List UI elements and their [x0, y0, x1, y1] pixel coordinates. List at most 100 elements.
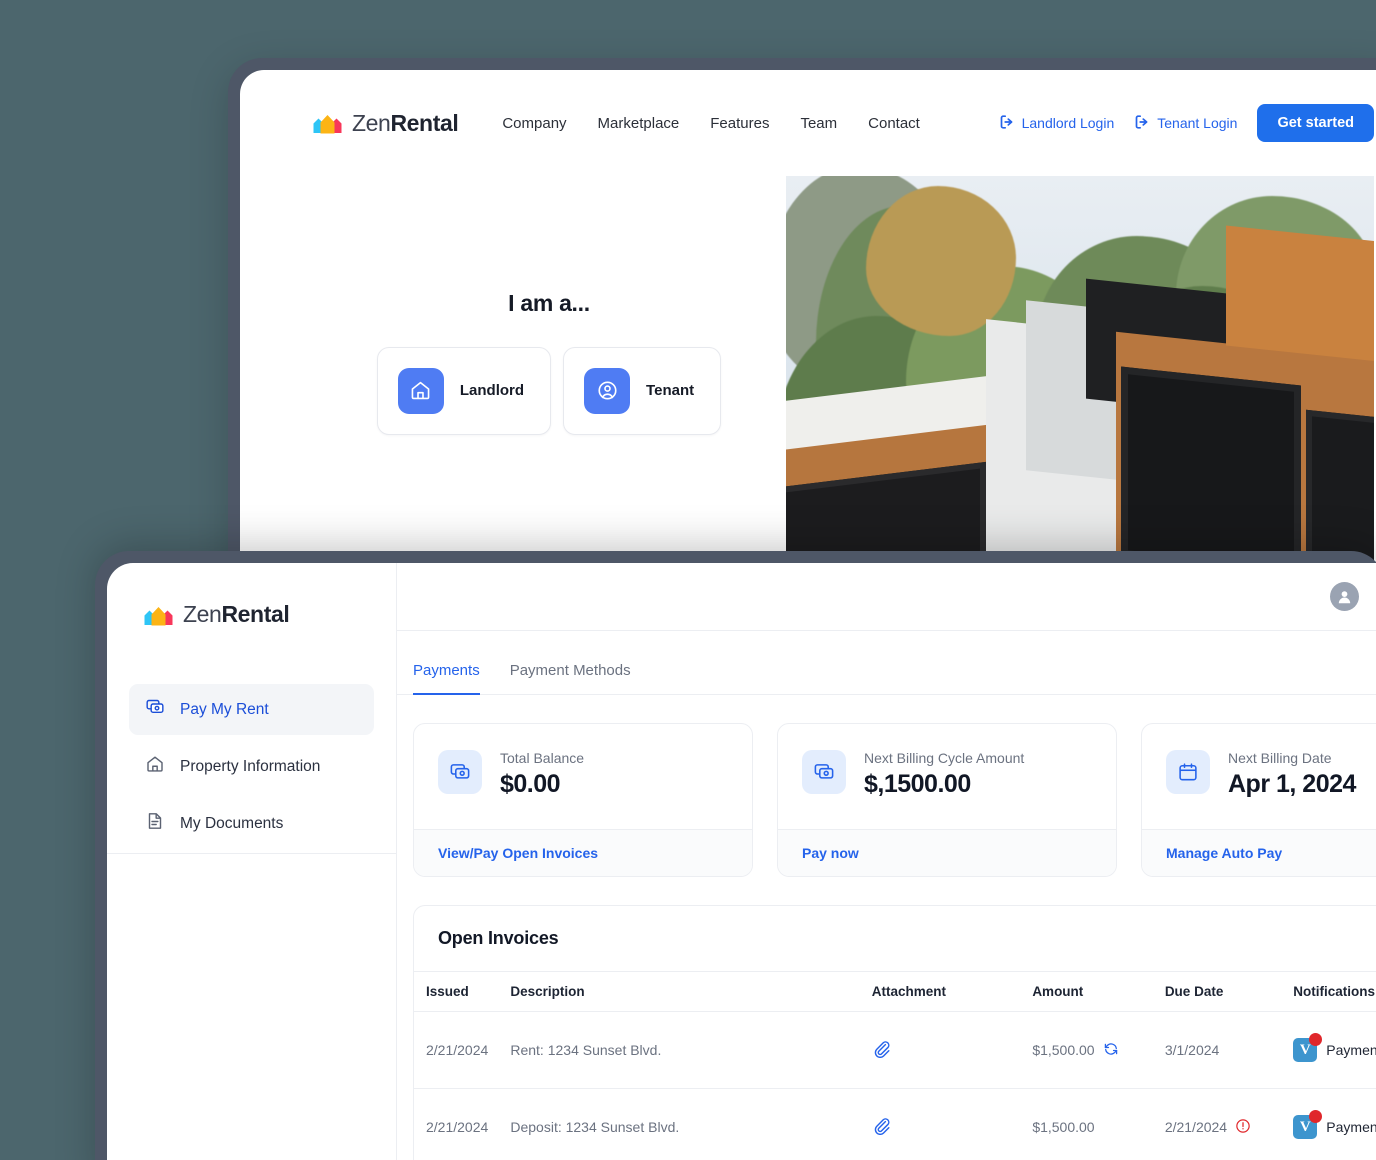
invoice-attachment-cell — [871, 1088, 1033, 1160]
calendar-icon — [1166, 750, 1210, 794]
money-icon — [802, 750, 846, 794]
role-card-landlord[interactable]: Landlord — [376, 346, 552, 435]
invoice-due-date: 3/1/2024 — [1164, 1042, 1220, 1058]
landlord-login-link[interactable]: Landlord Login — [999, 114, 1114, 133]
dashboard-tabs: Payments Payment Methods — [397, 631, 1376, 695]
table-row[interactable]: 2/21/2024 Deposit: 1234 Sunset Blvd. $1,… — [414, 1088, 1376, 1160]
column-header-description: Description — [510, 971, 872, 1012]
invoice-issued-date: 2/21/2024 — [414, 1088, 511, 1160]
pay-now-link[interactable]: Pay now — [778, 829, 1116, 876]
invoice-due-date-cell: 3/1/2024 — [1164, 1011, 1294, 1089]
modern-house-photo — [786, 176, 1374, 596]
tenant-login-label: Tenant Login — [1157, 115, 1238, 131]
house-icon — [145, 754, 165, 779]
stat-card-label: Next Billing Cycle Amount — [864, 750, 1025, 766]
notification-count-badge — [1309, 1110, 1323, 1123]
login-arrow-icon — [1134, 114, 1150, 133]
tab-payment-methods[interactable]: Payment Methods — [510, 662, 631, 695]
tab-payments[interactable]: Payments — [413, 662, 480, 695]
stat-card-next-billing-cycle-amount: Next Billing Cycle Amount $,1500.00 Pay … — [777, 723, 1117, 877]
marketing-browser-window: ZenRental Company Marketplace Features T… — [228, 58, 1376, 618]
invoice-notifications-cell: V Payment Sent — [1293, 1088, 1376, 1160]
invoice-due-date: 2/21/2024 — [1164, 1119, 1228, 1135]
notification-status-text: Payment Sent — [1326, 1042, 1376, 1058]
hero-title: I am a... — [508, 289, 590, 316]
manage-auto-pay-link[interactable]: Manage Auto Pay — [1142, 829, 1376, 876]
nav-item-features[interactable]: Features — [710, 115, 769, 132]
user-circle-icon — [584, 367, 631, 414]
notification-count-badge — [1309, 1033, 1323, 1046]
table-row[interactable]: 2/21/2024 Rent: 1234 Sunset Blvd. $1,500… — [414, 1011, 1376, 1089]
site-navbar: ZenRental Company Marketplace Features T… — [240, 70, 1376, 176]
invoice-amount-cell: $1,500.00 — [1032, 1088, 1165, 1160]
nav-item-marketplace[interactable]: Marketplace — [598, 115, 680, 132]
sidebar-item-pay-my-rent[interactable]: Pay My Rent — [129, 684, 374, 735]
nav-item-contact[interactable]: Contact — [868, 115, 920, 132]
login-arrow-icon — [999, 114, 1015, 133]
avatar[interactable] — [1330, 582, 1359, 611]
invoice-description: Deposit: 1234 Sunset Blvd. — [510, 1088, 872, 1160]
stat-card-label: Next Billing Date — [1228, 750, 1332, 766]
invoice-due-date-cell: 2/21/2024 — [1164, 1088, 1294, 1160]
dashboard-viewport: ZenRental Pay My Rent Property Informati… — [107, 563, 1376, 1160]
sidebar-item-label: Property Information — [180, 757, 321, 775]
role-card-landlord-label: Landlord — [459, 382, 525, 399]
logo-text-zen: Zen — [352, 109, 391, 136]
house-icon — [397, 367, 444, 414]
role-card-tenant-label: Tenant — [646, 382, 695, 399]
column-header-amount: Amount — [1032, 971, 1165, 1012]
get-started-button[interactable]: Get started — [1257, 104, 1374, 142]
recurring-icon[interactable] — [1103, 1041, 1119, 1060]
venmo-letter: V — [1299, 1118, 1311, 1135]
column-header-due-date: Due Date — [1164, 971, 1294, 1012]
dashboard-sidebar: ZenRental Pay My Rent Property Informati… — [107, 563, 397, 1160]
venmo-badge-icon[interactable]: V — [1293, 1110, 1323, 1139]
stat-card-label: Total Balance — [500, 750, 585, 766]
site-nav-links: Company Marketplace Features Team Contac… — [502, 115, 920, 132]
tenant-login-link[interactable]: Tenant Login — [1134, 114, 1237, 133]
sidebar-item-label: Pay My Rent — [180, 700, 269, 718]
stat-card-total-balance: Total Balance $0.00 View/Pay Open Invoic… — [413, 723, 753, 877]
paperclip-icon[interactable] — [872, 1041, 891, 1061]
venmo-letter: V — [1299, 1041, 1311, 1058]
dashboard-main: Payments Payment Methods Total Balance $… — [397, 563, 1376, 1160]
column-header-attachment: Attachment — [871, 971, 1033, 1012]
document-icon — [145, 811, 165, 836]
paperclip-icon[interactable] — [872, 1118, 891, 1138]
view-pay-open-invoices-link[interactable]: View/Pay Open Invoices — [414, 829, 752, 876]
invoice-attachment-cell — [871, 1011, 1033, 1089]
sidebar-item-property-information[interactable]: Property Information — [129, 741, 374, 792]
role-card-tenant[interactable]: Tenant — [563, 346, 722, 435]
hero-role-picker: I am a... Landlord Tenant — [312, 176, 786, 596]
money-icon — [438, 750, 482, 794]
zenrental-logo-icon — [143, 604, 174, 626]
stat-card-value: $,1500.00 — [864, 770, 971, 798]
site-logo[interactable]: ZenRental — [312, 109, 459, 137]
dashboard-logo-text: ZenRental — [183, 601, 290, 628]
stat-card-row: Total Balance $0.00 View/Pay Open Invoic… — [397, 695, 1376, 877]
nav-item-team[interactable]: Team — [800, 115, 837, 132]
invoice-amount: $1,500.00 — [1032, 1042, 1095, 1058]
invoice-description: Rent: 1234 Sunset Blvd. — [510, 1011, 872, 1089]
stat-card-value: Apr 1, 2024 — [1228, 770, 1356, 798]
invoice-amount-cell: $1,500.00 — [1032, 1011, 1165, 1089]
dashboard-topbar — [397, 563, 1376, 631]
column-header-notifications: Notifications — [1293, 971, 1376, 1012]
sidebar-item-my-documents[interactable]: My Documents — [129, 798, 374, 849]
site-logo-text: ZenRental — [352, 109, 459, 137]
dashboard-logo[interactable]: ZenRental — [143, 601, 374, 628]
marketing-site-viewport: ZenRental Company Marketplace Features T… — [240, 70, 1376, 618]
venmo-badge-icon[interactable]: V — [1293, 1033, 1323, 1062]
notification-status-text: Payment Sent — [1326, 1119, 1376, 1135]
open-invoices-panel: Open Invoices Issued Description Attachm… — [413, 905, 1376, 1160]
zenrental-logo-icon — [312, 112, 343, 134]
logo-text-rental: Rental — [221, 601, 290, 627]
nav-item-company[interactable]: Company — [502, 115, 566, 132]
overdue-alert-icon — [1235, 1118, 1251, 1137]
hero-image — [786, 176, 1374, 596]
hero-section: I am a... Landlord Tenant — [240, 176, 1376, 596]
invoice-issued-date: 2/21/2024 — [414, 1011, 511, 1089]
table-header-row: Issued Description Attachment Amount Due… — [414, 971, 1376, 1012]
invoice-amount: $1,500.00 — [1032, 1119, 1095, 1135]
sidebar-nav: Pay My Rent Property Information My Docu… — [129, 684, 374, 849]
